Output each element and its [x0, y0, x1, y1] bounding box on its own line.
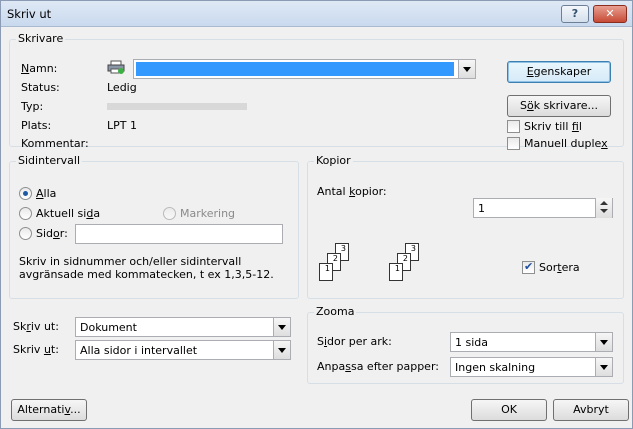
range-pages-radio[interactable] — [19, 227, 32, 240]
cancel-button[interactable]: Avbryt — [553, 399, 629, 421]
copies-count-value: 1 — [478, 202, 485, 215]
print-to-file-checkbox[interactable] — [507, 120, 520, 133]
chevron-down-icon[interactable] — [273, 341, 290, 359]
spin-up-icon[interactable] — [600, 201, 608, 205]
print-to-file-label: Skriv till fil — [524, 120, 582, 133]
location-label: Plats: — [21, 119, 52, 132]
collate-checkbox[interactable] — [522, 260, 535, 274]
print-what-label: Skriv ut: — [13, 320, 59, 333]
find-printer-button[interactable]: Sök skrivare... — [507, 95, 611, 117]
status-value: Ledig — [107, 81, 137, 94]
scale-value: Ingen skalning — [455, 361, 536, 374]
print-pages-value: Alla sidor i intervallet — [80, 344, 198, 357]
name-label: Namn: — [21, 62, 58, 75]
properties-button[interactable]: Egenskaper — [507, 61, 611, 83]
zoom-legend: Zooma — [314, 305, 357, 318]
printer-name-select[interactable] — [133, 59, 476, 79]
collate-page-icon: 1 — [389, 263, 403, 281]
range-current-radio[interactable] — [19, 207, 32, 220]
range-all-radio[interactable] — [19, 187, 32, 200]
copies-legend: Kopior — [314, 154, 353, 167]
help-button[interactable]: ? — [561, 5, 589, 23]
close-button[interactable]: ✕ — [593, 5, 627, 23]
chevron-down-icon[interactable] — [458, 60, 475, 78]
pages-per-sheet-label: Sidor per ark: — [317, 335, 392, 348]
printer-legend: Skrivare — [16, 32, 66, 45]
options-button[interactable]: Alternativ... — [11, 399, 87, 421]
window-title: Skriv ut — [7, 7, 52, 21]
spin-down-icon[interactable] — [600, 209, 608, 213]
comment-label: Kommentar: — [21, 137, 89, 150]
manual-duplex-label: Manuell duplex — [524, 137, 608, 150]
range-selection-label: Markering — [180, 207, 236, 220]
manual-duplex-checkbox[interactable] — [507, 137, 520, 150]
range-all-label: Alla — [36, 187, 57, 200]
chevron-down-icon[interactable] — [595, 333, 612, 351]
copies-group: Kopior — [307, 154, 624, 299]
collate-page-icon: 1 — [319, 263, 333, 281]
printer-name-selected-value — [136, 62, 454, 76]
printer-type-value — [107, 103, 247, 110]
scale-label: Anpassa efter papper: — [317, 360, 439, 373]
print-what-value: Dokument — [80, 321, 137, 334]
location-value: LPT 1 — [107, 119, 137, 132]
copies-spinner[interactable] — [595, 198, 612, 218]
chevron-down-icon[interactable] — [595, 358, 612, 376]
print-dialog: Skriv ut ? ✕ Skrivare Namn: Status: Ledi… — [0, 0, 633, 429]
type-label: Typ: — [21, 100, 44, 113]
copies-count-input[interactable]: 1 — [473, 198, 613, 218]
page-range-legend: Sidintervall — [16, 154, 83, 167]
print-pages-select[interactable]: Alla sidor i intervallet — [75, 340, 291, 360]
status-label: Status: — [21, 81, 60, 94]
range-hint: Skriv in sidnummer och/eller sidinterval… — [19, 255, 274, 281]
pages-per-sheet-value: 1 sida — [455, 336, 489, 349]
pages-input[interactable] — [75, 224, 283, 244]
printer-icon — [107, 60, 125, 74]
range-pages-label: Sidor: — [36, 227, 68, 240]
print-pages-label: Skriv ut: — [13, 343, 59, 356]
range-current-label: Aktuell sida — [36, 207, 101, 220]
print-what-select[interactable]: Dokument — [75, 317, 291, 337]
range-selection-radio[interactable] — [163, 207, 176, 220]
copies-count-label: Antal kopior: — [317, 185, 387, 198]
chevron-down-icon[interactable] — [273, 318, 290, 336]
title-bar: Skriv ut ? ✕ — [1, 1, 632, 27]
ok-button[interactable]: OK — [471, 399, 547, 421]
pages-per-sheet-select[interactable]: 1 sida — [450, 332, 613, 352]
scale-select[interactable]: Ingen skalning — [450, 357, 613, 377]
collate-label: Sortera — [539, 261, 580, 274]
